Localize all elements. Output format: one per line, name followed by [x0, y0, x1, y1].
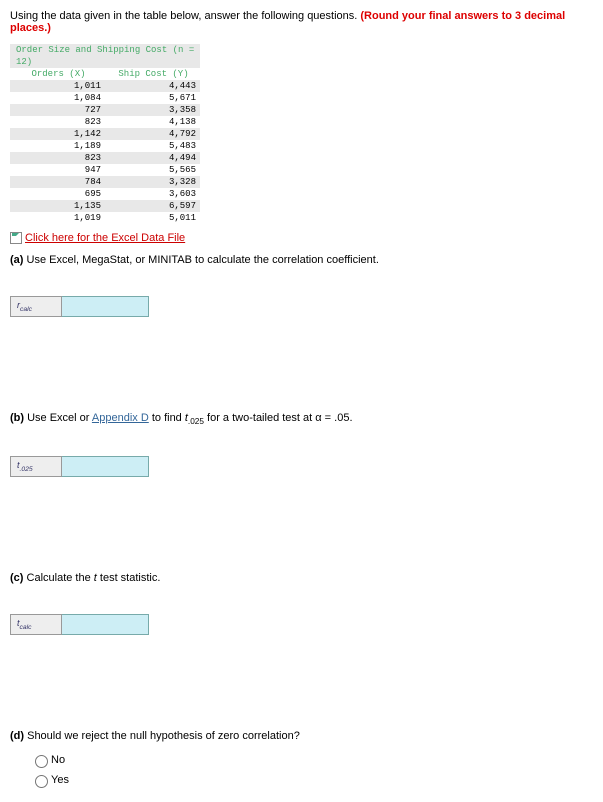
radio-item-no: No [30, 752, 593, 768]
radio-group-d: No Yes [30, 752, 593, 788]
qd-text: Should we reject the null hypothesis of … [24, 730, 300, 742]
radio-item-yes: Yes [30, 772, 593, 788]
table-row: 823 [10, 152, 105, 164]
table-row: 947 [10, 164, 105, 176]
radio-no-label: No [51, 754, 65, 766]
table-row: 1,142 [10, 128, 105, 140]
tcalc-label: tcalc [10, 614, 62, 635]
question-b: (b) Use Excel or Appendix D to find t.02… [10, 412, 593, 426]
question-d: (d) Should we reject the null hypothesis… [10, 730, 593, 742]
table-row: 4,792 [105, 128, 200, 140]
intro-main: Using the data given in the table below,… [10, 10, 360, 22]
table-row: 3,603 [105, 188, 200, 200]
table-row: 727 [10, 104, 105, 116]
table-row: 3,328 [105, 176, 200, 188]
tcalc-input[interactable] [62, 614, 149, 635]
col-header-y: Ship Cost (Y) [105, 68, 200, 80]
qc-label: (c) [10, 572, 23, 584]
qb-post2: for a two-tailed test at α = .05. [204, 412, 353, 424]
rcalc-label: rcalc [10, 296, 62, 317]
table-row: 1,135 [10, 200, 105, 212]
radio-yes-label: Yes [51, 774, 69, 786]
question-a: (a) Use Excel, MegaStat, or MINITAB to c… [10, 254, 593, 266]
table-row: 1,019 [10, 212, 105, 224]
qd-label: (d) [10, 730, 24, 742]
table-row: 4,138 [105, 116, 200, 128]
appendix-link[interactable]: Appendix D [92, 412, 149, 424]
table-row: 5,483 [105, 140, 200, 152]
qa-label: (a) [10, 254, 23, 266]
qa-text: Use Excel, MegaStat, or MINITAB to calcu… [23, 254, 378, 266]
excel-link-row: Click here for the Excel Data File [10, 232, 593, 244]
table-row: 1,189 [10, 140, 105, 152]
input-row-b: t.025 [10, 456, 593, 477]
table-row: 1,011 [10, 80, 105, 92]
table-row: 5,671 [105, 92, 200, 104]
input-row-a: rcalc [10, 296, 593, 317]
table-row: 784 [10, 176, 105, 188]
radio-yes[interactable] [35, 775, 48, 788]
qb-pre: Use Excel or [24, 412, 92, 424]
qc-post: test statistic. [97, 572, 161, 584]
table-row: 5,565 [105, 164, 200, 176]
qb-tsub: .025 [188, 417, 204, 426]
table-row: 6,597 [105, 200, 200, 212]
col-header-x: Orders (X) [10, 68, 105, 80]
table-row: 4,494 [105, 152, 200, 164]
rcalc-input[interactable] [62, 296, 149, 317]
table-row: 4,443 [105, 80, 200, 92]
data-table: Order Size and Shipping Cost (n = 12) Or… [10, 44, 200, 224]
table-row: 5,011 [105, 212, 200, 224]
table-row: 823 [10, 116, 105, 128]
table-row: 3,358 [105, 104, 200, 116]
qb-post1: to find [149, 412, 185, 424]
t025-label: t.025 [10, 456, 62, 477]
t025-input[interactable] [62, 456, 149, 477]
table-row: 695 [10, 188, 105, 200]
intro-text: Using the data given in the table below,… [10, 10, 593, 34]
qb-label: (b) [10, 412, 24, 424]
qc-pre: Calculate the [23, 572, 93, 584]
excel-data-link[interactable]: Click here for the Excel Data File [25, 232, 185, 244]
excel-icon [10, 232, 22, 244]
question-c: (c) Calculate the t test statistic. [10, 572, 593, 584]
table-row: 1,084 [10, 92, 105, 104]
table-title: Order Size and Shipping Cost (n = 12) [10, 44, 200, 68]
input-row-c: tcalc [10, 614, 593, 635]
radio-no[interactable] [35, 755, 48, 768]
